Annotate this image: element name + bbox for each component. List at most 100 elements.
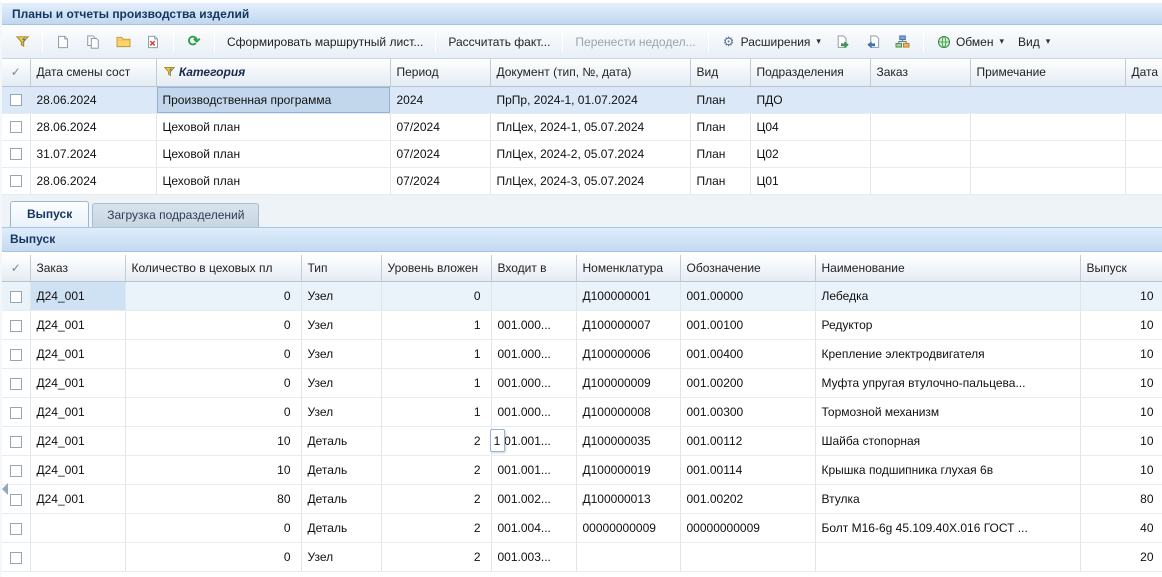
- cell-output[interactable]: 80: [1080, 485, 1162, 514]
- row-check-cell[interactable]: [2, 398, 30, 427]
- cell-name[interactable]: Редуктор: [815, 311, 1080, 340]
- column-header-designation[interactable]: Обозначение: [680, 255, 815, 282]
- cell-designation[interactable]: [680, 543, 815, 572]
- cell-note[interactable]: [970, 140, 1125, 167]
- cell-designation[interactable]: 001.00400: [680, 340, 815, 369]
- column-header-check[interactable]: ✓: [2, 59, 30, 86]
- column-header-name[interactable]: Наименование: [815, 255, 1080, 282]
- cell-note[interactable]: [970, 86, 1125, 113]
- cell-parent[interactable]: 001.004...: [491, 514, 576, 543]
- cell-order[interactable]: Д24_001: [30, 485, 125, 514]
- cell-period[interactable]: 2024: [390, 86, 490, 113]
- table-row[interactable]: Д24_001 10 Деталь 2 001.001... 1 Д100000…: [2, 427, 1162, 456]
- table-row[interactable]: Д24_001 0 Узел 1 001.000... Д100000007 0…: [2, 311, 1162, 340]
- filter-button[interactable]: [8, 30, 36, 54]
- column-header-qty[interactable]: Количество в цеховых пл: [125, 255, 301, 282]
- column-header-check[interactable]: ✓: [2, 255, 30, 282]
- cell-type[interactable]: Узел: [301, 311, 381, 340]
- cell-nomenclature[interactable]: 00000000009: [576, 514, 680, 543]
- row-checkbox[interactable]: [10, 407, 22, 419]
- cell-nomenclature[interactable]: Д100000006: [576, 340, 680, 369]
- cell-type[interactable]: Деталь: [301, 514, 381, 543]
- cell-order[interactable]: [30, 543, 125, 572]
- row-checkbox[interactable]: [10, 349, 22, 361]
- cell-nomenclature[interactable]: Д100000019: [576, 456, 680, 485]
- cell-parent[interactable]: 001.001...: [491, 456, 576, 485]
- row-checkbox[interactable]: [10, 121, 22, 133]
- cell-type[interactable]: Деталь: [301, 456, 381, 485]
- cell-date[interactable]: 31.07.2024: [30, 140, 156, 167]
- cell-qty[interactable]: 0: [125, 369, 301, 398]
- cell-category[interactable]: Производственная программа: [156, 86, 390, 113]
- import-button[interactable]: [859, 30, 887, 54]
- cell-nomenclature[interactable]: Д100000007: [576, 311, 680, 340]
- cell-date2[interactable]: [1125, 167, 1162, 194]
- cell-nomenclature[interactable]: Д100000009: [576, 369, 680, 398]
- cell-qty[interactable]: 0: [125, 398, 301, 427]
- cell-document[interactable]: ПлЦех, 2024-1, 05.07.2024: [490, 113, 690, 140]
- cell-name[interactable]: Шайба стопорная: [815, 427, 1080, 456]
- table-row[interactable]: 28.06.2024 Цеховой план 07/2024 ПлЦех, 2…: [2, 113, 1162, 140]
- open-document-button[interactable]: [109, 30, 137, 54]
- table-row[interactable]: 31.07.2024 Цеховой план 07/2024 ПлЦех, 2…: [2, 140, 1162, 167]
- cell-name[interactable]: [815, 543, 1080, 572]
- cell-qty[interactable]: 0: [125, 543, 301, 572]
- export-button[interactable]: [829, 30, 857, 54]
- view-menu-button[interactable]: Вид ▾: [1012, 31, 1056, 53]
- row-check-cell[interactable]: [2, 167, 30, 194]
- cell-designation[interactable]: 001.00114: [680, 456, 815, 485]
- cell-designation[interactable]: 001.00112: [680, 427, 815, 456]
- cell-name[interactable]: Крепление электродвигателя: [815, 340, 1080, 369]
- cell-level[interactable]: 0: [381, 282, 491, 311]
- cell-division[interactable]: Ц01: [750, 167, 870, 194]
- cell-parent[interactable]: 001.000...: [491, 311, 576, 340]
- row-check-cell[interactable]: [2, 456, 30, 485]
- cell-type[interactable]: Деталь: [301, 427, 381, 456]
- column-header-division[interactable]: Подразделения: [750, 59, 870, 86]
- cell-order[interactable]: [870, 140, 970, 167]
- row-checkbox[interactable]: [10, 291, 22, 303]
- cell-nomenclature[interactable]: Д100000035: [576, 427, 680, 456]
- cell-order[interactable]: Д24_001: [30, 398, 125, 427]
- cell-type[interactable]: Узел: [301, 369, 381, 398]
- cell-level[interactable]: 1: [381, 398, 491, 427]
- cell-output[interactable]: 10: [1080, 456, 1162, 485]
- cell-date[interactable]: 28.06.2024: [30, 113, 156, 140]
- cell-name[interactable]: Муфта упругая втулочно-пальцева...: [815, 369, 1080, 398]
- column-header-category[interactable]: Категория: [156, 59, 390, 86]
- cell-nomenclature[interactable]: Д100000013: [576, 485, 680, 514]
- cell-order[interactable]: Д24_001: [30, 369, 125, 398]
- cell-order[interactable]: [870, 86, 970, 113]
- cell-order[interactable]: Д24_001: [30, 340, 125, 369]
- row-checkbox[interactable]: [10, 94, 22, 106]
- table-row[interactable]: 0 Узел 2 001.003... 20: [2, 543, 1162, 572]
- cell-designation[interactable]: 001.00000: [680, 282, 815, 311]
- cell-category[interactable]: Цеховой план: [156, 113, 390, 140]
- row-checkbox[interactable]: [10, 320, 22, 332]
- cell-qty[interactable]: 10: [125, 456, 301, 485]
- cell-parent[interactable]: 001.000...: [491, 340, 576, 369]
- table-row[interactable]: Д24_001 0 Узел 1 001.000... Д100000006 0…: [2, 340, 1162, 369]
- tab-vypusk[interactable]: Выпуск: [10, 201, 89, 227]
- cell-parent[interactable]: 001.001... 1: [491, 427, 576, 456]
- table-row[interactable]: Д24_001 0 Узел 1 001.000... Д100000009 0…: [2, 369, 1162, 398]
- cell-division[interactable]: ПДО: [750, 86, 870, 113]
- row-check-cell[interactable]: [2, 311, 30, 340]
- cell-document[interactable]: ПлЦех, 2024-3, 05.07.2024: [490, 167, 690, 194]
- cell-type[interactable]: Узел: [301, 543, 381, 572]
- cell-order[interactable]: Д24_001: [30, 282, 125, 311]
- cell-level[interactable]: 1: [381, 340, 491, 369]
- table-row[interactable]: Д24_001 10 Деталь 2 001.001... Д10000001…: [2, 456, 1162, 485]
- cell-period[interactable]: 07/2024: [390, 140, 490, 167]
- cell-output[interactable]: 40: [1080, 514, 1162, 543]
- cell-designation[interactable]: 001.00300: [680, 398, 815, 427]
- cell-order[interactable]: [870, 167, 970, 194]
- row-check-cell[interactable]: [2, 282, 30, 311]
- row-check-cell[interactable]: [2, 369, 30, 398]
- cell-qty[interactable]: 0: [125, 340, 301, 369]
- cell-level[interactable]: 2: [381, 543, 491, 572]
- column-header-date[interactable]: Дата смены сост: [30, 59, 156, 86]
- column-header-date2[interactable]: Дата: [1125, 59, 1162, 86]
- cell-kind[interactable]: План: [690, 86, 750, 113]
- cell-order[interactable]: [30, 514, 125, 543]
